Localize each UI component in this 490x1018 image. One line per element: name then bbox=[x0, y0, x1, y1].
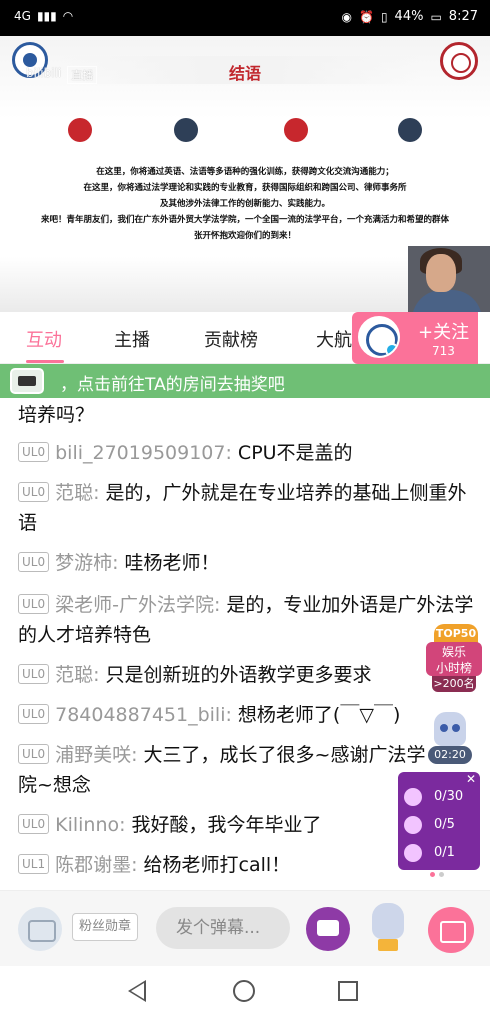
network-type: 4G bbox=[14, 9, 31, 23]
tab-interaction[interactable]: 互动 bbox=[26, 326, 62, 352]
active-tab-indicator bbox=[26, 360, 64, 363]
live-video-player[interactable]: bilibili 直播 结语 在这里，你将通过英语、法语等多语种的强化训练，获得… bbox=[0, 36, 490, 312]
books-icon bbox=[398, 118, 422, 142]
task-item: 0/5 bbox=[404, 814, 474, 838]
chat-message: UL0 bili_27019509107: CPU不是盖的 bbox=[18, 438, 478, 468]
chat-username[interactable]: 范聪: bbox=[55, 482, 99, 504]
danmaku-input[interactable]: 发个弹幕... bbox=[156, 907, 290, 949]
home-icon[interactable] bbox=[233, 980, 255, 1002]
bottom-action-bar: 粉丝勋章 发个弹幕... bbox=[0, 890, 490, 966]
clock: 8:27 bbox=[448, 9, 478, 24]
wifi-icon: ◠ bbox=[62, 9, 74, 23]
vibrate-icon: ▯ bbox=[380, 9, 388, 24]
tv-mascot-icon bbox=[10, 368, 44, 394]
signal-icon: ▮▮▮ bbox=[36, 9, 57, 23]
user-level-badge: UL0 bbox=[18, 664, 50, 684]
follower-count: 713 bbox=[432, 344, 455, 358]
tv-icon[interactable] bbox=[18, 907, 62, 951]
status-bar: 4G ▮▮▮ ◠ ◉ ⏰ ▯ 44% ▭ 8:27 bbox=[0, 0, 490, 36]
tab-streamer[interactable]: 主播 bbox=[114, 326, 150, 352]
chat-username[interactable]: Kilinno: bbox=[55, 814, 125, 836]
chat-username[interactable]: 陈郡谢墨: bbox=[55, 854, 137, 876]
lottery-banner-text: ，点击前往TA的房间去抽奖吧 bbox=[60, 375, 285, 395]
user-level-badge: UL0 bbox=[18, 704, 50, 724]
user-level-badge: UL0 bbox=[18, 482, 50, 502]
follow-label: +关注 bbox=[418, 322, 470, 343]
battery-icon: ▭ bbox=[430, 9, 442, 24]
task-progress-panel[interactable]: ✕ 0/30 0/5 0/1 bbox=[398, 772, 480, 870]
chat-message: UL1 陈郡谢墨: 给杨老师打call！ bbox=[18, 850, 398, 880]
user-level-badge: UL1 bbox=[18, 854, 50, 874]
lottery-banner[interactable]: ，点击前往TA的房间去抽奖吧 bbox=[0, 364, 490, 398]
back-icon[interactable] bbox=[128, 980, 146, 1002]
user-level-badge: UL0 bbox=[18, 814, 50, 834]
user-level-badge: UL0 bbox=[18, 552, 50, 572]
briefcase-icon bbox=[284, 118, 308, 142]
user-level-badge: UL0 bbox=[18, 594, 50, 614]
tab-captain[interactable]: 大航 bbox=[316, 326, 352, 352]
chat-message: UL0 梦游柿: 哇杨老师！ bbox=[18, 548, 478, 578]
chat-username[interactable]: 范聪: bbox=[55, 664, 99, 686]
chat-message: UL0 梁老师-广外法学院: 是的，专业加外语是广外法学的人才培养特色 bbox=[18, 594, 474, 646]
law-school-logo-right bbox=[440, 42, 478, 80]
chat-message: UL0 范聪: 只是创新班的外语教学更多要求 bbox=[18, 660, 428, 690]
tab-contribution[interactable]: 贡献榜 bbox=[204, 326, 258, 352]
chat-message: UL0 范聪: 是的，广外就是在专业培养的基础上侧重外语 bbox=[18, 482, 467, 534]
presenter-camera bbox=[408, 246, 490, 312]
task-icon bbox=[404, 844, 422, 862]
rank-position: >200名 bbox=[432, 676, 476, 692]
chat-message: 培养吗？ bbox=[18, 404, 95, 426]
chat-username[interactable]: 78404887451_bili: bbox=[55, 704, 232, 726]
eye-icon: ◉ bbox=[341, 9, 352, 24]
pager-dots bbox=[430, 872, 444, 877]
card-icon bbox=[68, 118, 92, 142]
rank-category: 娱乐 小时榜 bbox=[426, 642, 482, 676]
countdown-robot-widget[interactable]: 02:20 bbox=[428, 712, 472, 764]
rank-top-label: TOP50 bbox=[434, 624, 478, 644]
hourly-rank-badge[interactable]: TOP50 娱乐 小时榜 >200名 bbox=[426, 624, 482, 692]
slide-title: 结语 bbox=[228, 64, 261, 83]
slide-body: 在这里，你将通过英语、法语等多语种的强化训练，获得跨文化交流沟通能力； 在这里，… bbox=[40, 167, 449, 241]
task-item: 0/30 bbox=[404, 786, 474, 810]
chat-username[interactable]: 梦游柿: bbox=[55, 552, 118, 574]
user-level-badge: UL0 bbox=[18, 442, 50, 462]
award-icon bbox=[174, 118, 198, 142]
chat-message: UL0 浦野美咲: 大三了，成长了很多~感谢广法学院~想念 bbox=[18, 744, 426, 796]
task-item: 0/1 bbox=[404, 842, 474, 866]
task-icon bbox=[404, 816, 422, 834]
guard-robot-icon[interactable] bbox=[368, 903, 408, 955]
chat-username[interactable]: bili_27019509107: bbox=[55, 442, 232, 464]
close-icon[interactable]: ✕ bbox=[466, 772, 476, 786]
robot-icon bbox=[434, 712, 466, 746]
follow-button[interactable]: +关注 713 bbox=[352, 312, 478, 364]
gift-icon[interactable] bbox=[428, 907, 474, 953]
task-icon bbox=[404, 788, 422, 806]
user-level-badge: UL0 bbox=[18, 744, 50, 764]
battery-level: 44% bbox=[394, 9, 424, 24]
chat-message: UL0 Kilinno: 我好酸，我今年毕业了 bbox=[18, 810, 398, 840]
fans-medal-button[interactable]: 粉丝勋章 bbox=[72, 913, 139, 941]
countdown-timer: 02:20 bbox=[428, 746, 472, 764]
chat-message: UL0 78404887451_bili: 想杨老师了(￣▽￣) bbox=[18, 700, 428, 730]
alarm-icon: ⏰ bbox=[358, 9, 374, 24]
recent-apps-icon[interactable] bbox=[338, 981, 358, 1001]
verified-badge-icon bbox=[385, 343, 398, 356]
chat-username[interactable]: 梁老师-广外法学院: bbox=[55, 594, 220, 616]
streamer-avatar[interactable] bbox=[358, 316, 400, 358]
system-nav-bar bbox=[0, 966, 490, 1018]
chat-username[interactable]: 浦野美咲: bbox=[55, 744, 137, 766]
chat-bubble-icon[interactable] bbox=[306, 907, 350, 951]
